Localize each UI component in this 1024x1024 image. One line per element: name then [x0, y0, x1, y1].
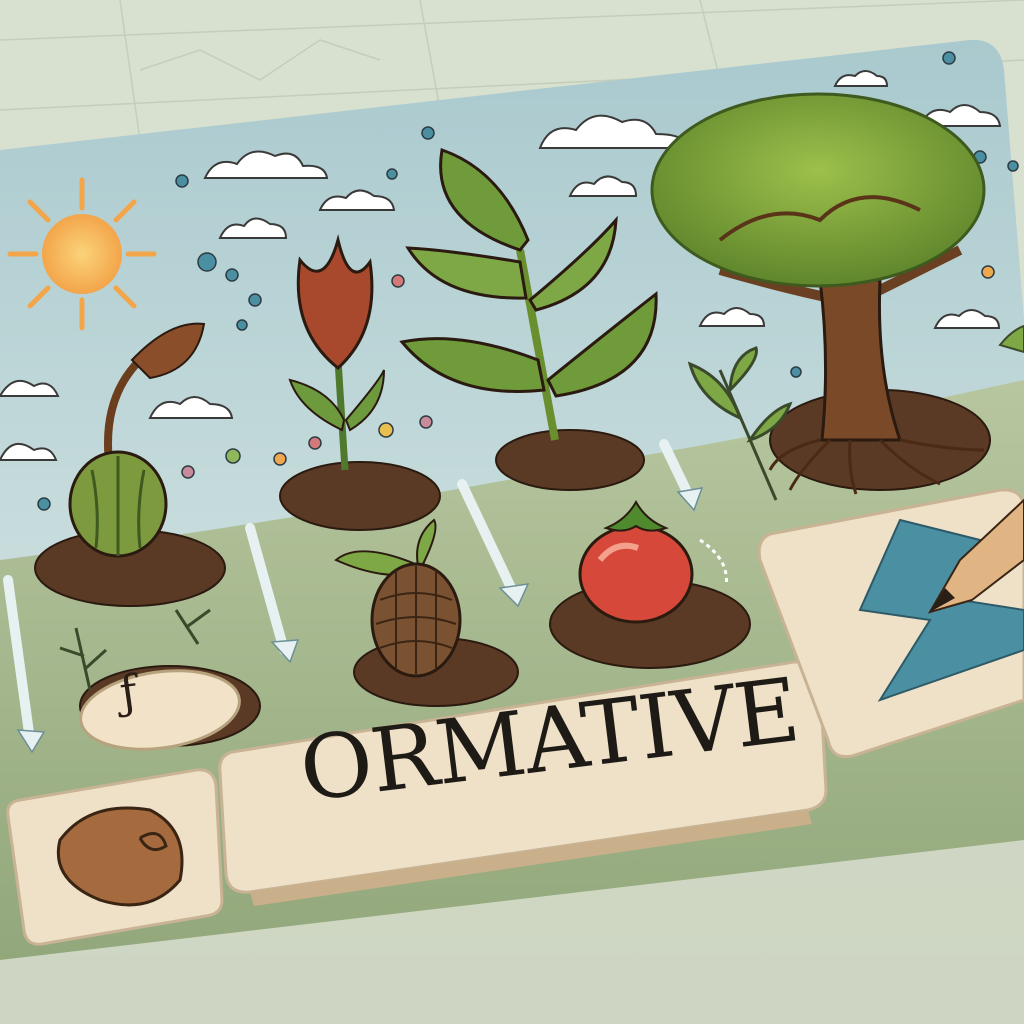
sun-icon: [7, 177, 157, 331]
seed-key-tile: [6, 768, 224, 946]
illustration: ƒ ORMATIVE: [0, 0, 1024, 1024]
tile-word: ORMATIVE: [294, 657, 804, 821]
scene-svg: [0, 0, 1024, 1024]
